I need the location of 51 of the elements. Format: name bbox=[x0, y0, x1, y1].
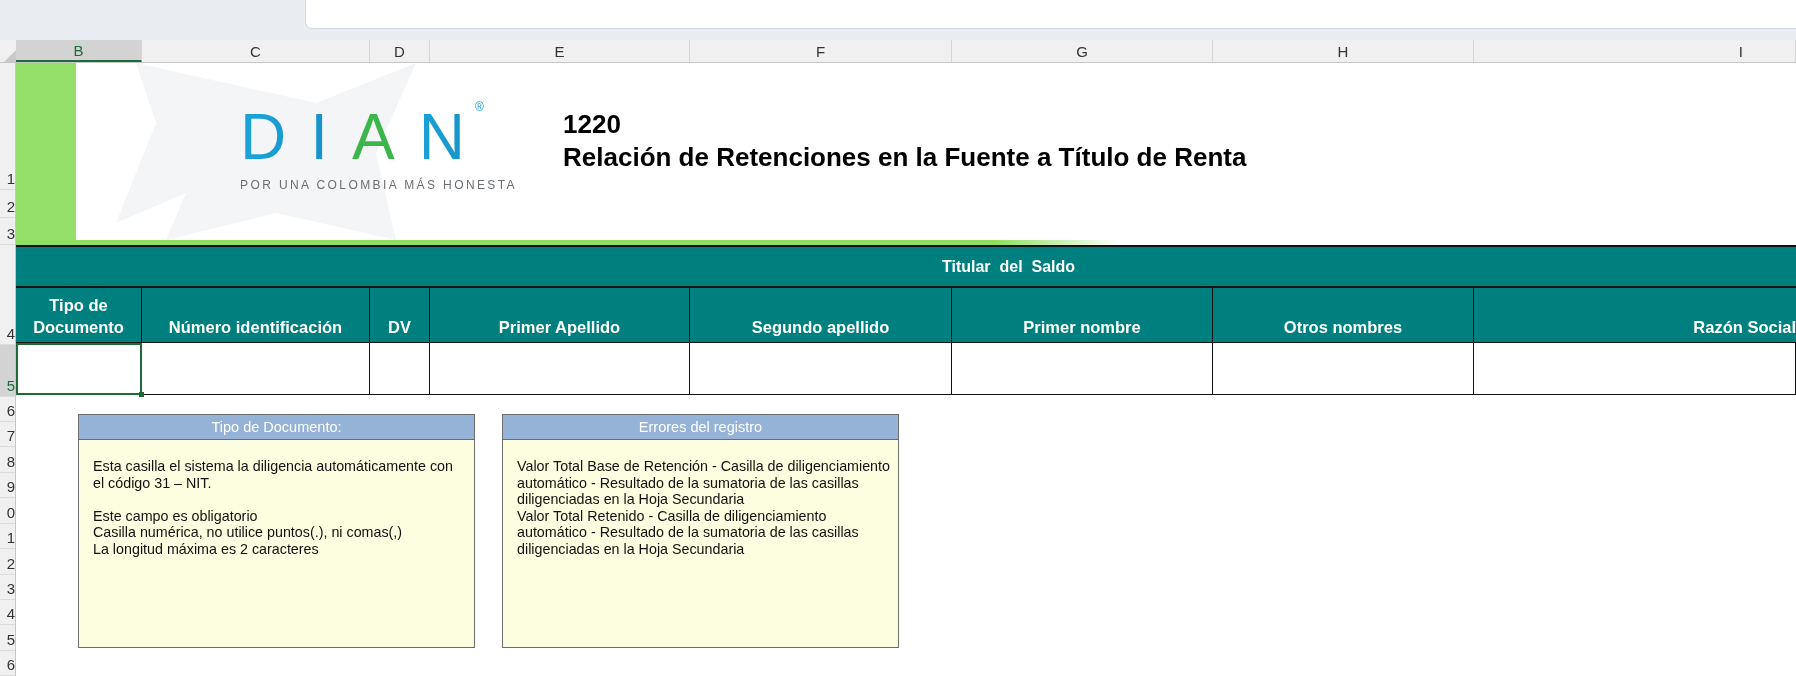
table-cell[interactable] bbox=[16, 343, 142, 395]
column-header[interactable]: D bbox=[370, 40, 430, 62]
table-cell[interactable] bbox=[370, 343, 430, 395]
group-header: Titular del Saldo bbox=[16, 247, 1796, 288]
table-header-cell: Segundo apellido bbox=[690, 288, 952, 343]
column-header[interactable]: G bbox=[952, 40, 1213, 62]
row-header[interactable]: 1 bbox=[0, 63, 15, 190]
row-header[interactable]: 3 bbox=[0, 575, 15, 600]
table-header-cell: Primer nombre bbox=[952, 288, 1213, 343]
table-header-cell: Razón Social bbox=[1474, 288, 1796, 343]
row-header[interactable]: 2 bbox=[0, 549, 15, 575]
column-header[interactable]: I bbox=[1474, 40, 1796, 62]
table-cell[interactable] bbox=[952, 343, 1213, 395]
note-text: Esta casilla el sistema la diligencia automáticamente con el código 31 – NIT. bbox=[93, 458, 454, 491]
table-header-cell: Tipo de Documento bbox=[16, 288, 142, 343]
row-header[interactable]: 6 bbox=[0, 397, 15, 422]
row-header[interactable]: 7 bbox=[0, 422, 15, 447]
note-text: Valor Total Retenido - Casilla de diligenciamiento automático - Resultado de la sumatoria de las casillas diligenciadas en la Hoja Secundaria bbox=[517, 507, 860, 557]
form-title: Relación de Retenciones en la Fuente a Título de Renta bbox=[563, 140, 1247, 174]
table-header-cell: Primer Apellido bbox=[430, 288, 690, 343]
row-header[interactable]: 3 bbox=[0, 218, 15, 245]
column-header[interactable]: B bbox=[16, 40, 142, 62]
table-header-cell: DV bbox=[370, 288, 430, 343]
note-title: Tipo de Documento: bbox=[79, 415, 474, 440]
note-title: Errores del registro bbox=[503, 415, 898, 440]
table-cell[interactable] bbox=[690, 343, 952, 395]
table-header-cell: Número identificación bbox=[142, 288, 370, 343]
note-text: La longitud máxima es 2 caracteres bbox=[93, 540, 320, 557]
row-header[interactable]: 6 bbox=[0, 651, 15, 676]
row-header[interactable]: 0 bbox=[0, 498, 15, 524]
column-header[interactable]: E bbox=[430, 40, 690, 62]
table-cell[interactable] bbox=[430, 343, 690, 395]
note-text: Este campo es obligatorio bbox=[93, 507, 259, 524]
row-header[interactable]: 9 bbox=[0, 473, 15, 498]
table-cell[interactable] bbox=[1474, 343, 1796, 395]
row-header[interactable]: 4 bbox=[0, 600, 15, 625]
column-header[interactable]: C bbox=[142, 40, 370, 62]
table-header-cell: Otros nombres bbox=[1213, 288, 1474, 343]
row-header[interactable]: 1 bbox=[0, 524, 15, 549]
column-header[interactable]: H bbox=[1213, 40, 1474, 62]
table-cell[interactable] bbox=[1213, 343, 1474, 395]
table-cell[interactable] bbox=[142, 343, 370, 395]
row-header[interactable]: 5 bbox=[0, 345, 15, 397]
row-header[interactable]: 8 bbox=[0, 447, 15, 473]
form-number: 1220 bbox=[563, 107, 622, 140]
row-header[interactable]: 5 bbox=[0, 625, 15, 651]
note-text: Valor Total Base de Retención - Casilla de diligenciamiento automático - Resultado de la sumatoria de las casillas diligenciadas en la Hoja Secundaria bbox=[517, 458, 890, 508]
column-header[interactable]: F bbox=[690, 40, 952, 62]
row-header[interactable]: 2 bbox=[0, 190, 15, 218]
logo-tagline: POR UNA COLOMBIA MÁS HONESTA bbox=[240, 177, 518, 192]
note-text: Casilla numérica, no utilice puntos(.), ni comas(,) bbox=[93, 524, 404, 541]
